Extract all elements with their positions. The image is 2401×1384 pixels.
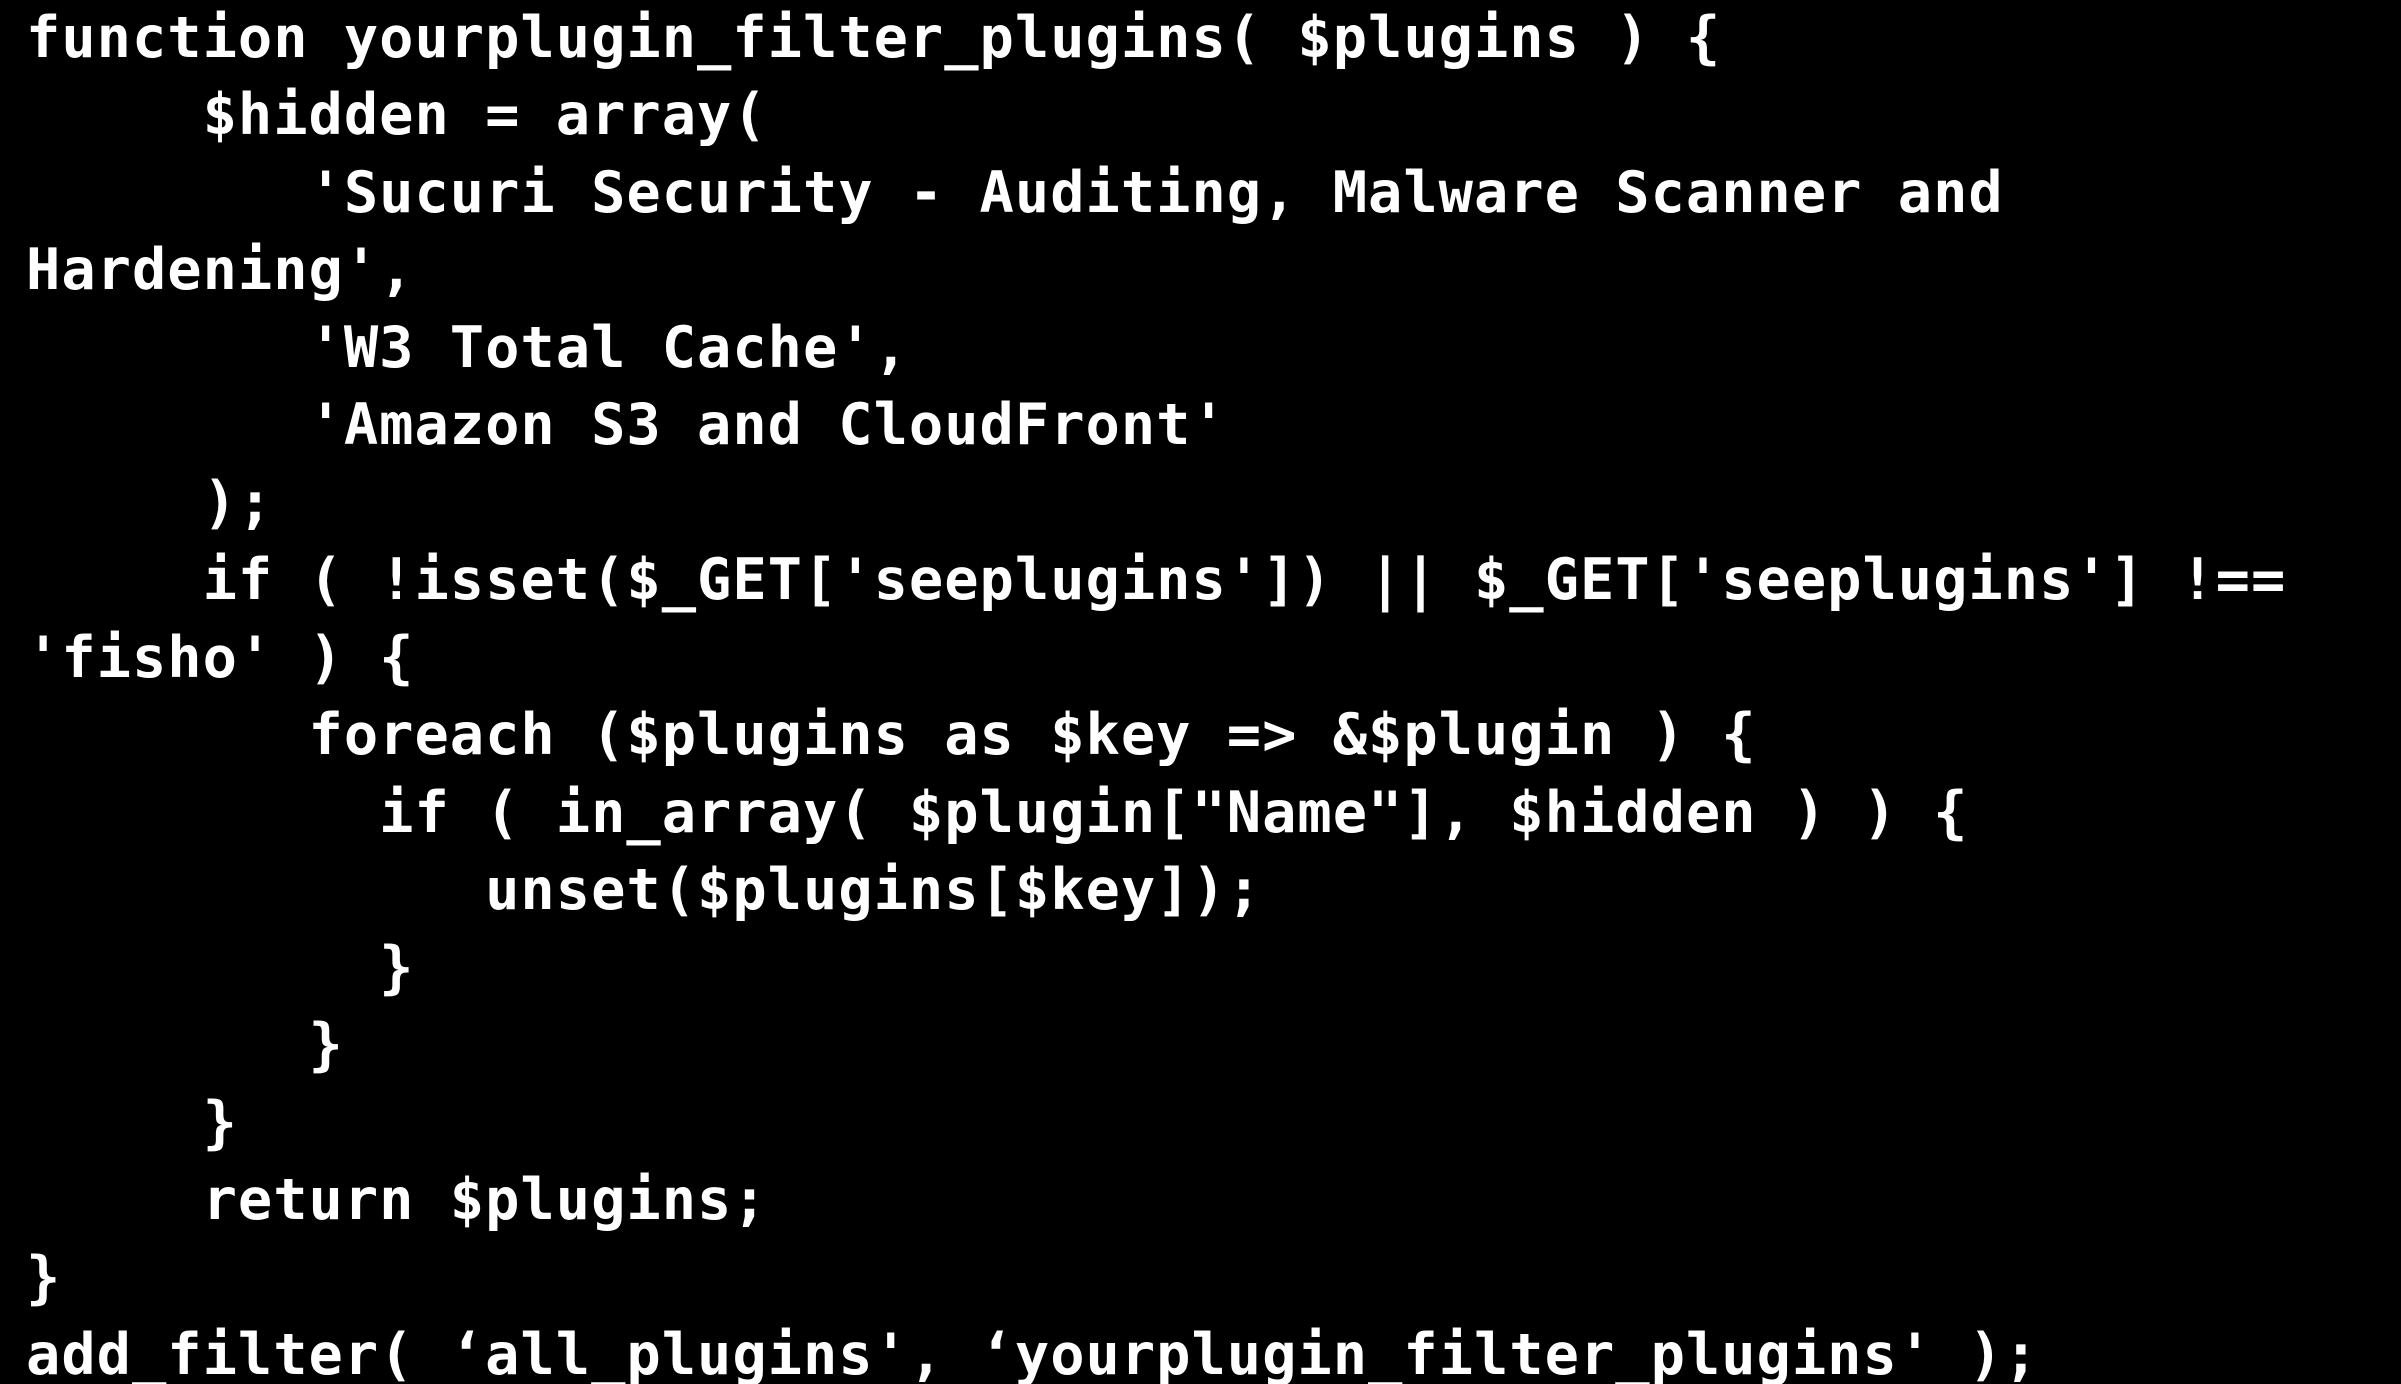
code-line: unset($plugins[$key]); bbox=[26, 857, 1263, 923]
code-line: return $plugins; bbox=[26, 1167, 768, 1233]
code-line: ); bbox=[26, 470, 274, 536]
code-line: add_filter( ‘all_plugins', ‘yourplugin_f… bbox=[26, 1322, 2040, 1384]
code-line: 'Amazon S3 and CloudFront' bbox=[26, 392, 1227, 458]
code-line: if ( !isset($_GET['seeplugins']) || $_GE… bbox=[26, 547, 2287, 613]
code-line: Hardening', bbox=[26, 237, 415, 303]
code-line: } bbox=[26, 1090, 238, 1156]
code-line: $hidden = array( bbox=[26, 82, 768, 148]
code-line: function yourplugin_filter_plugins( $plu… bbox=[26, 5, 1722, 71]
code-line: foreach ($plugins as $key => &$plugin ) … bbox=[26, 702, 1757, 768]
code-line: } bbox=[26, 1245, 62, 1311]
code-line: if ( in_array( $plugin["Name"], $hidden … bbox=[26, 780, 1969, 846]
code-view: function yourplugin_filter_plugins( $plu… bbox=[0, 0, 2401, 1384]
code-line: 'W3 Total Cache', bbox=[26, 315, 909, 381]
code-line: } bbox=[26, 935, 415, 1001]
code-line: 'Sucuri Security - Auditing, Malware Sca… bbox=[26, 160, 2004, 226]
code-line: 'fisho' ) { bbox=[26, 625, 415, 691]
code-line: } bbox=[26, 1012, 344, 1078]
